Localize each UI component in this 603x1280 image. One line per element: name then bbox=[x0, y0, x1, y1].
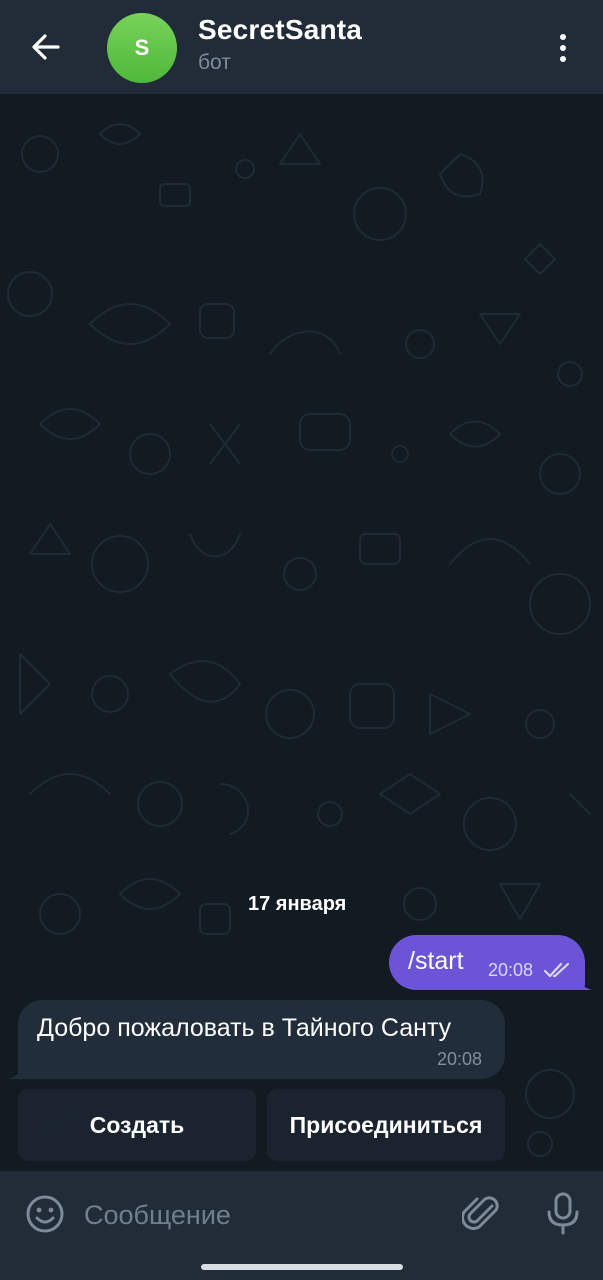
paperclip-icon[interactable] bbox=[462, 1192, 502, 1236]
bubble-tail bbox=[574, 974, 592, 990]
message-time: 20:08 bbox=[488, 960, 534, 980]
chat-info[interactable]: SecretSanta бот bbox=[198, 14, 362, 75]
join-button[interactable]: Присоединиться bbox=[267, 1089, 505, 1161]
message-text: /start bbox=[408, 947, 464, 975]
message-time: 20:08 bbox=[437, 1049, 483, 1069]
outgoing-message-bubble[interactable]: /start 20:08 bbox=[389, 935, 585, 990]
message-text: Добро пожаловать в Тайного Санту bbox=[37, 1014, 452, 1042]
chat-subtitle: бот bbox=[198, 51, 231, 74]
double-check-icon bbox=[543, 962, 570, 978]
date-separator: 17 января bbox=[236, 888, 359, 920]
chat-header: S SecretSanta бот bbox=[0, 0, 603, 94]
smiley-icon[interactable] bbox=[24, 1192, 66, 1236]
chat-title: SecretSanta bbox=[198, 14, 363, 45]
avatar-letter: S bbox=[134, 35, 150, 60]
more-menu-button[interactable] bbox=[548, 28, 578, 68]
message-input[interactable]: Сообщение bbox=[84, 1195, 444, 1235]
avatar[interactable]: S bbox=[107, 13, 177, 83]
home-indicator[interactable] bbox=[201, 1264, 403, 1270]
message-composer: Сообщение bbox=[0, 1171, 603, 1280]
microphone-icon[interactable] bbox=[543, 1191, 583, 1237]
bubble-tail bbox=[8, 1061, 26, 1079]
arrow-left-icon bbox=[32, 34, 60, 60]
more-vertical-icon bbox=[560, 34, 566, 40]
back-button[interactable] bbox=[24, 27, 68, 67]
chat-area[interactable]: 17 января /start 20:08 Добро пожаловать … bbox=[0, 94, 603, 1171]
create-button[interactable]: Создать bbox=[18, 1089, 256, 1161]
incoming-message-bubble[interactable]: Добро пожаловать в Тайного Санту 20:08 bbox=[18, 1000, 505, 1079]
